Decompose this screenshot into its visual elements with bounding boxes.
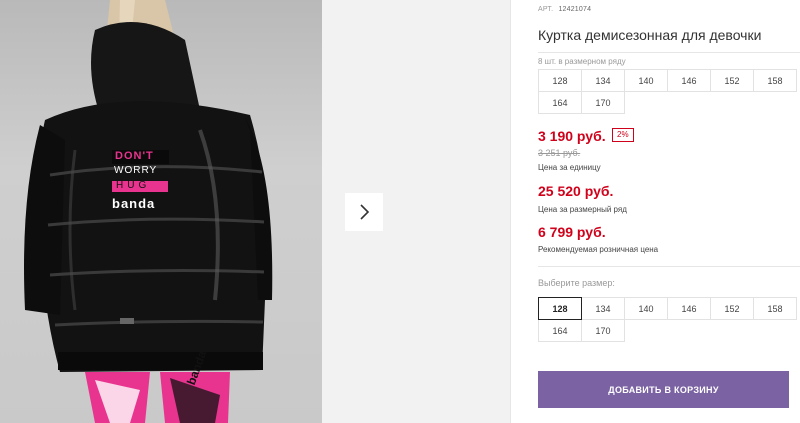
next-image-button[interactable] (345, 193, 383, 231)
series-size-158: 158 (753, 69, 797, 92)
jacket-illustration (24, 0, 273, 423)
size-option-170[interactable]: 170 (581, 319, 625, 342)
product-gallery: DON'T WORRY HUG banda banda (0, 0, 510, 423)
series-price-caption: Цена за размерный ряд (538, 205, 627, 214)
size-selector: 128 134 140 146 152 158 164 170 (538, 297, 797, 342)
size-option-146[interactable]: 146 (667, 297, 711, 320)
print-dont: DON'T (115, 150, 154, 162)
series-size-146: 146 (667, 69, 711, 92)
old-price: 3 251 руб. (538, 148, 581, 158)
product-photo[interactable]: DON'T WORRY HUG banda banda (0, 0, 322, 423)
size-option-164[interactable]: 164 (538, 319, 582, 342)
series-size-152: 152 (710, 69, 754, 92)
discount-badge: 2% (612, 128, 634, 142)
divider (538, 266, 800, 267)
series-size-grid: 128 134 140 146 152 158 164 170 (538, 69, 797, 114)
retail-price: 6 799 руб. (538, 224, 606, 240)
article-number: АРТ. 12421074 (538, 6, 591, 13)
article-label: АРТ. (538, 6, 554, 13)
retail-price-caption: Рекомендуемая розничная цена (538, 245, 659, 254)
print-worry: WORRY (114, 165, 158, 176)
print-hug: HUG (116, 180, 151, 191)
series-size-164: 164 (538, 91, 582, 114)
chevron-right-icon (360, 204, 370, 220)
series-size-170: 170 (581, 91, 625, 114)
series-size-140: 140 (624, 69, 668, 92)
series-size-128: 128 (538, 69, 582, 92)
panel-divider (510, 0, 511, 423)
product-title: Куртка демисезонная для девочки (538, 27, 762, 43)
divider (538, 52, 800, 53)
add-to-cart-button[interactable]: ДОБАВИТЬ В КОРЗИНУ (538, 371, 789, 408)
series-size-134: 134 (581, 69, 625, 92)
series-count-label: 8 шт. в размерном ряду (538, 57, 626, 66)
size-option-152[interactable]: 152 (710, 297, 754, 320)
brand-print: banda (112, 196, 156, 211)
article-value: 12421074 (558, 6, 592, 13)
choose-size-label: Выберите размер: (538, 278, 615, 288)
size-option-140[interactable]: 140 (624, 297, 668, 320)
size-option-134[interactable]: 134 (581, 297, 625, 320)
unit-price: 3 190 руб. (538, 128, 606, 144)
size-option-158[interactable]: 158 (753, 297, 797, 320)
size-option-128[interactable]: 128 (538, 297, 582, 320)
series-price: 25 520 руб. (538, 183, 614, 199)
unit-price-caption: Цена за единицу (538, 163, 601, 172)
